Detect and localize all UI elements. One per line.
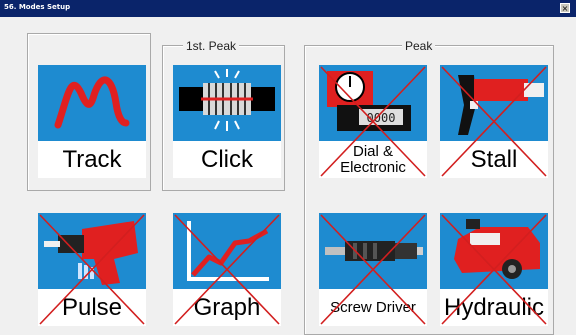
mode-tile-pulse[interactable]: Pulse bbox=[38, 213, 146, 326]
click-wrench-icon bbox=[173, 65, 281, 141]
dial-electronic-label: Dial & Electronic bbox=[319, 141, 427, 178]
graph-icon bbox=[173, 213, 281, 289]
screw-driver-icon bbox=[319, 213, 427, 289]
peak-legend: Peak bbox=[402, 39, 436, 53]
modes-setup-panel: 1st. Peak Peak Track Click 0000 Dial & E… bbox=[0, 17, 576, 335]
dial-electronic-icon: 0000 bbox=[319, 65, 427, 141]
mode-tile-graph[interactable]: Graph bbox=[173, 213, 281, 326]
click-label: Click bbox=[173, 141, 281, 178]
title-bar: 56. Modes Setup × bbox=[0, 0, 576, 17]
mode-tile-screw-driver[interactable]: Screw Driver bbox=[319, 213, 427, 326]
mode-tile-click[interactable]: Click bbox=[173, 65, 281, 178]
hydraulic-label: Hydraulic bbox=[440, 289, 548, 326]
window-title: 56. Modes Setup bbox=[4, 3, 71, 11]
track-icon bbox=[38, 65, 146, 141]
stall-tool-icon bbox=[440, 65, 548, 141]
mode-tile-dial-electronic[interactable]: 0000 Dial & Electronic bbox=[319, 65, 427, 178]
close-button[interactable]: × bbox=[560, 3, 570, 13]
hydraulic-pump-icon bbox=[440, 213, 548, 289]
dial-screen-text: 0000 bbox=[367, 111, 396, 125]
mode-tile-hydraulic[interactable]: Hydraulic bbox=[440, 213, 548, 326]
stall-label: Stall bbox=[440, 141, 548, 178]
screw-driver-label: Screw Driver bbox=[319, 289, 427, 326]
first-peak-legend: 1st. Peak bbox=[183, 39, 240, 53]
pulse-tool-icon bbox=[38, 213, 146, 289]
pulse-label: Pulse bbox=[38, 289, 146, 326]
track-label: Track bbox=[38, 141, 146, 178]
mode-tile-track[interactable]: Track bbox=[38, 65, 146, 178]
mode-tile-stall[interactable]: Stall bbox=[440, 65, 548, 178]
graph-label: Graph bbox=[173, 289, 281, 326]
